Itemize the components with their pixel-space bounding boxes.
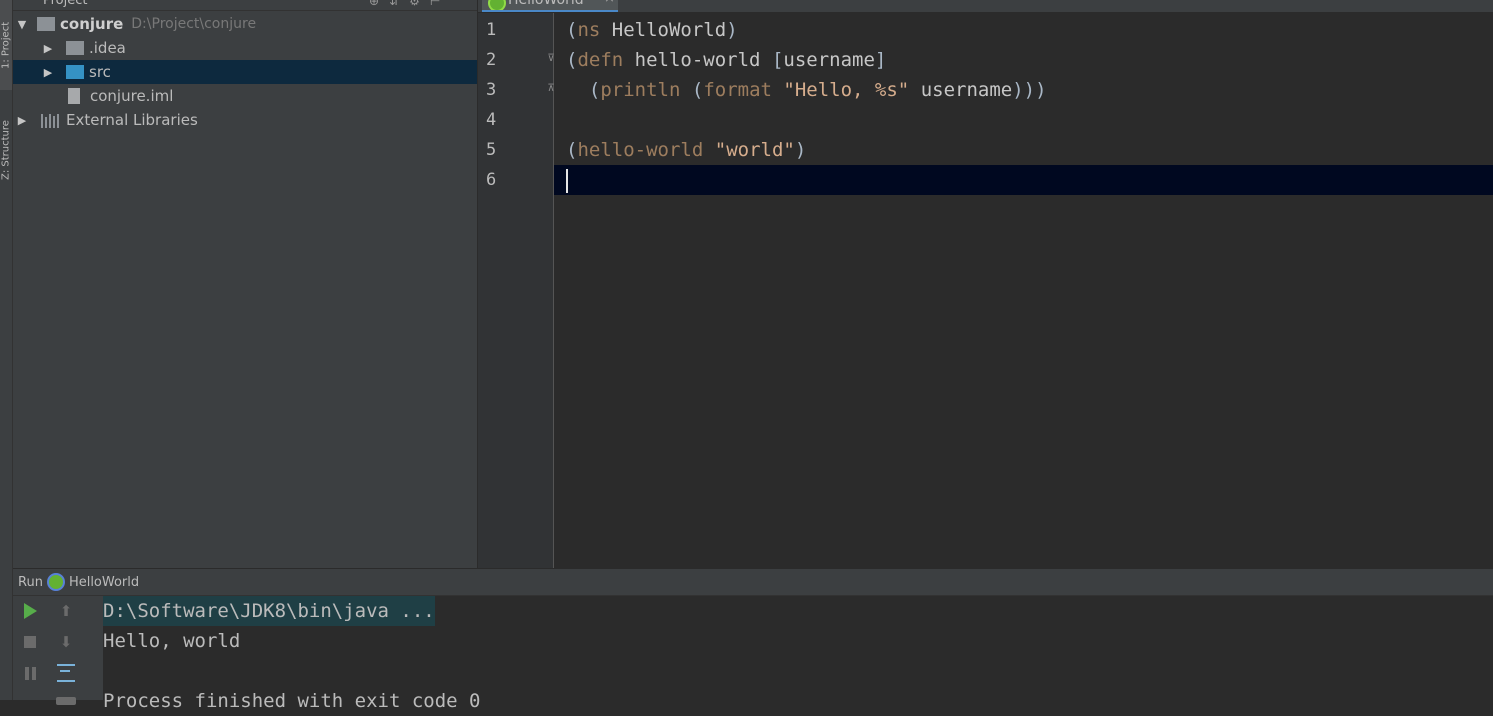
code-line: (hello-world "world"): [566, 139, 807, 161]
collapse-arrow-icon[interactable]: ▶: [43, 42, 53, 55]
arrow-down-icon: ⬇: [59, 633, 73, 651]
line-number: 1: [486, 20, 497, 40]
structure-tool-tab[interactable]: Z: Structure: [0, 100, 12, 200]
project-panel-title: Project: [43, 0, 88, 8]
tree-item-label: External Libraries: [66, 111, 198, 129]
file-icon: [68, 88, 80, 104]
collapse-icon[interactable]: ⇵: [389, 0, 399, 8]
line-number: 4: [486, 110, 497, 130]
scroll-down-button[interactable]: ⬇: [53, 629, 79, 655]
run-toolbar: ⬆ ⬇: [13, 596, 103, 705]
tree-item-conjure[interactable]: ▼ conjure D:\Project\conjure: [13, 12, 477, 36]
line-number: 2: [486, 50, 497, 70]
scroll-to-end-button[interactable]: [53, 688, 79, 714]
stop-icon: [24, 636, 36, 648]
project-panel: Project ⊕ ⇵ ⚙ ⊢ ▼ conjure D:\Project\con…: [13, 0, 478, 568]
project-panel-header: Project ⊕ ⇵ ⚙ ⊢: [13, 0, 477, 11]
code-area[interactable]: (ns HelloWorld) (defn hello-world [usern…: [554, 13, 1493, 568]
scope-icon[interactable]: ⊕: [369, 0, 379, 8]
panel-header-icons: ⊕ ⇵ ⚙ ⊢: [369, 0, 440, 8]
line-number: 3: [486, 80, 497, 100]
code-line: (println (format "Hello, %s" username))): [588, 79, 1047, 101]
line-number: 6: [486, 170, 497, 190]
play-icon: [23, 603, 37, 619]
soft-wrap-button[interactable]: [53, 660, 79, 686]
console-output-line: Hello, world: [103, 630, 241, 652]
run-label: Run: [18, 574, 43, 590]
gear-icon[interactable]: ⚙: [409, 0, 420, 8]
console-output[interactable]: D:\Software\JDK8\bin\java ... Hello, wor…: [103, 596, 1493, 712]
tree-item-path: D:\Project\conjure: [131, 16, 257, 32]
pause-button[interactable]: [17, 660, 43, 686]
current-code-line: [554, 165, 1493, 195]
console-command-line: D:\Software\JDK8\bin\java ...: [103, 596, 435, 626]
clojure-file-icon: [488, 0, 506, 10]
arrow-up-icon: ⬆: [59, 602, 73, 620]
code-line: (ns HelloWorld): [566, 19, 738, 41]
code-editor: HelloWorld × 1 2 3 4 5 6 ⊽ ⊼ (ns HelloWo…: [478, 0, 1493, 568]
source-folder-icon: [66, 65, 84, 79]
folder-icon: [66, 41, 84, 55]
project-tool-tab[interactable]: 1: Project: [0, 0, 12, 90]
tree-item-label: .idea: [89, 39, 126, 57]
soft-wrap-icon: [57, 664, 75, 682]
tree-item-label: conjure: [60, 15, 124, 33]
stop-button[interactable]: [17, 629, 43, 655]
scroll-end-icon: [56, 697, 76, 705]
library-icon: [41, 113, 61, 128]
run-panel-header: Run HelloWorld: [13, 569, 1493, 596]
line-number: 5: [486, 140, 497, 160]
module-folder-icon: [37, 17, 55, 31]
left-tool-strip: 1: Project Z: Structure: [0, 0, 13, 700]
line-number-gutter: 1 2 3 4 5 6 ⊽ ⊼: [478, 13, 555, 568]
rerun-button[interactable]: [17, 598, 43, 624]
collapse-arrow-icon[interactable]: ▶: [17, 114, 27, 127]
expand-arrow-icon[interactable]: ▼: [17, 18, 27, 31]
editor-tab-bar: HelloWorld ×: [478, 0, 1493, 12]
run-panel: Run HelloWorld ⬆ ⬇ D:\Software\JDK8\bin\…: [13, 569, 1493, 712]
tab-label: HelloWorld: [508, 0, 584, 8]
text-caret: [566, 168, 568, 193]
tab-helloworld[interactable]: HelloWorld ×: [482, 0, 618, 12]
collapse-arrow-icon[interactable]: ▶: [43, 66, 53, 79]
tree-item-external-libraries[interactable]: ▶ External Libraries: [13, 108, 477, 132]
hide-icon[interactable]: ⊢: [430, 0, 440, 8]
tree-item-label: conjure.iml: [90, 87, 174, 105]
tree-item-conjure-iml[interactable]: conjure.iml: [13, 84, 477, 108]
tree-item-src[interactable]: ▶ src: [13, 60, 477, 84]
structure-tab-label: Z: Structure: [0, 120, 12, 180]
tree-item-idea[interactable]: ▶ .idea: [13, 36, 477, 60]
scroll-up-button[interactable]: ⬆: [53, 598, 79, 624]
clojure-run-config-icon: [46, 573, 65, 591]
tree-item-label: src: [89, 63, 111, 81]
code-line: (defn hello-world [username]: [566, 49, 887, 71]
close-icon[interactable]: ×: [604, 0, 615, 6]
pause-icon: [24, 666, 36, 680]
run-config-name[interactable]: HelloWorld: [69, 575, 139, 590]
console-exit-line: Process finished with exit code 0: [103, 690, 481, 712]
